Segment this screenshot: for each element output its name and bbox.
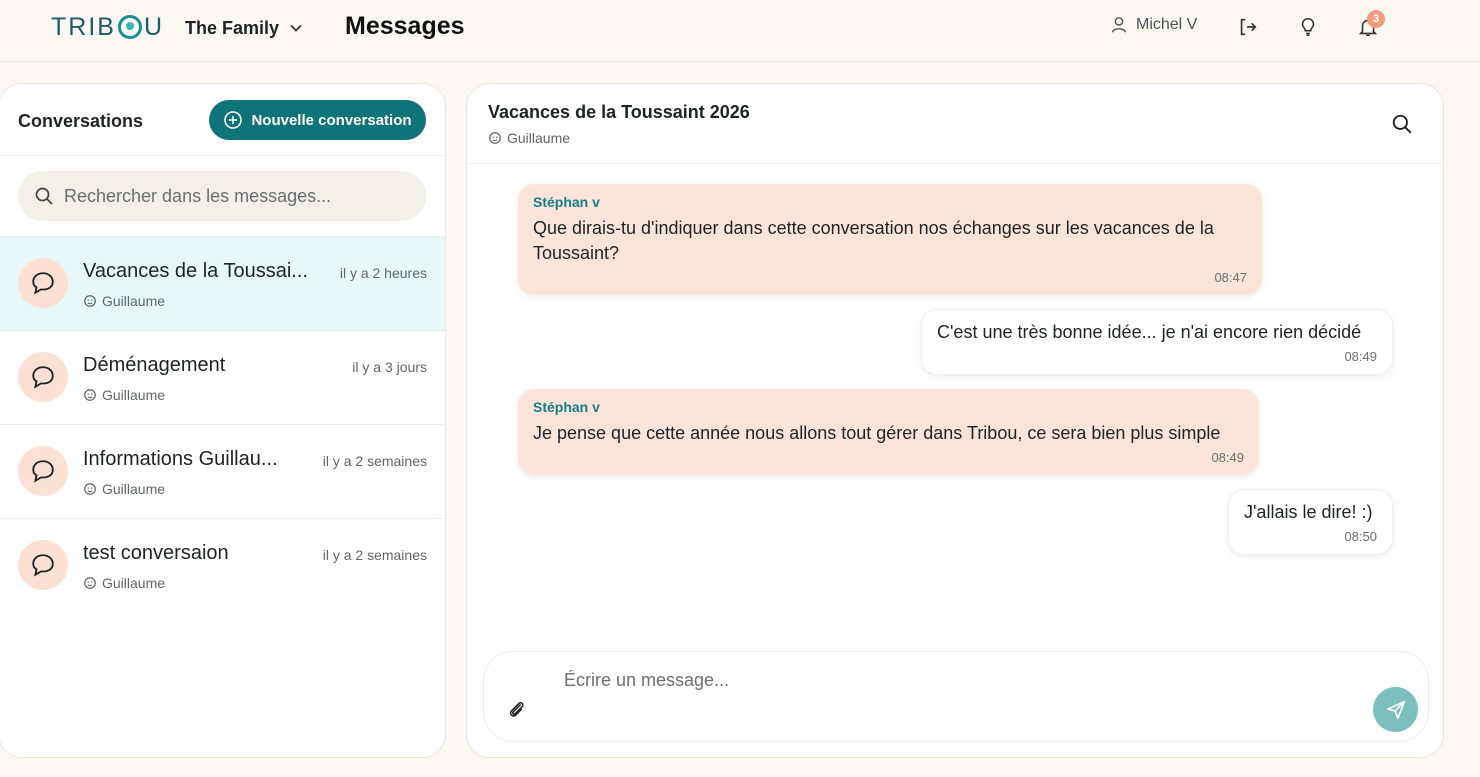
owner-icon: [84, 389, 96, 401]
user-name: Michel V: [1136, 16, 1198, 33]
conversation-name: Déménagement: [83, 354, 226, 376]
conversation-owner-name: Guillaume: [102, 481, 166, 497]
message-sender: Stéphan v: [533, 194, 600, 210]
message-time: 08:47: [1214, 270, 1247, 285]
user-icon: [1111, 17, 1127, 33]
page-title: Messages: [345, 12, 465, 40]
message-time: 08:50: [1344, 529, 1377, 544]
conversation-time: il y a 3 jours: [352, 359, 427, 375]
new-conversation-button[interactable]: Nouvelle conversation: [209, 100, 426, 140]
search-icon: [35, 187, 53, 205]
tribou-logo[interactable]: TRIB U: [51, 12, 164, 42]
message-bubble: Stéphan v Je pense que cette année nous …: [518, 389, 1259, 475]
conversation-name: test conversaion: [83, 542, 229, 564]
conversation-owner-name: Guillaume: [102, 575, 166, 591]
search-input[interactable]: [64, 185, 404, 207]
conversation-owner-name: Guillaume: [102, 387, 166, 403]
notification-badge: 3: [1367, 10, 1385, 28]
chat-bubble-icon: [32, 272, 54, 295]
conversation-item[interactable]: Déménagement il y a 3 jours Guillaume: [0, 330, 445, 424]
logout-icon[interactable]: [1237, 16, 1259, 38]
conversation-time: il y a 2 semaines: [322, 453, 427, 469]
conversation-time: il y a 2 semaines: [322, 547, 427, 563]
new-conversation-label: Nouvelle conversation: [251, 111, 412, 129]
paperclip-icon[interactable]: [506, 699, 528, 721]
conversation-item[interactable]: test conversaion il y a 2 semaines Guill…: [0, 518, 445, 612]
chat-bubble-icon: [32, 366, 54, 389]
conversation-item[interactable]: Vacances de la Toussai... il y a 2 heure…: [0, 236, 445, 330]
conversations-header: Conversations Nouvelle conversation: [0, 84, 445, 156]
chevron-down-icon: [290, 24, 302, 32]
conversation-avatar: [18, 540, 68, 590]
owner-icon: [84, 295, 96, 307]
family-selector-label: The Family: [185, 17, 280, 38]
owner-icon: [84, 483, 96, 495]
plus-circle-icon: [224, 111, 243, 129]
family-selector[interactable]: The Family: [185, 16, 303, 40]
chat-owner: Guillaume: [488, 130, 570, 146]
message-time: 08:49: [1344, 349, 1377, 364]
conversation-owner: Guillaume: [83, 575, 165, 591]
conversation-owner: Guillaume: [83, 481, 165, 497]
message-input[interactable]: [564, 670, 1344, 710]
chat-bubble-icon: [32, 554, 54, 577]
message-text: Je pense que cette année nous allons tou…: [533, 423, 1221, 443]
conversation-owner-name: Guillaume: [102, 293, 166, 309]
conversation-list: Vacances de la Toussai... il y a 2 heure…: [0, 236, 445, 612]
conversation-avatar: [18, 258, 68, 308]
lightbulb-icon[interactable]: [1297, 16, 1319, 38]
message-composer: [483, 651, 1429, 742]
message-sender: Stéphan v: [533, 399, 600, 415]
search-icon[interactable]: [1391, 113, 1413, 135]
message-text: Que dirais-tu d'indiquer dans cette conv…: [533, 218, 1214, 263]
conversation-name: Vacances de la Toussai...: [83, 260, 308, 282]
top-bar: TRIB U The Family Messages Michel V 3: [0, 0, 1480, 62]
message-bubble: Stéphan v Que dirais-tu d'indiquer dans …: [518, 184, 1262, 295]
owner-icon: [84, 577, 96, 589]
conversation-owner: Guillaume: [83, 387, 165, 403]
send-button[interactable]: [1373, 687, 1418, 732]
owner-icon: [489, 132, 501, 144]
conversation-avatar: [18, 446, 68, 496]
message-bubble: J'allais le dire! :) 08:50: [1228, 489, 1393, 555]
conversation-name: Informations Guillau...: [83, 448, 278, 470]
chat-owner-name: Guillaume: [507, 130, 571, 146]
user-menu[interactable]: Michel V: [1110, 16, 1197, 34]
conversation-avatar: [18, 352, 68, 402]
logo-mark-icon: [117, 15, 142, 39]
chat-panel: Vacances de la Toussaint 2026 Guillaume …: [466, 83, 1444, 758]
chat-title: Vacances de la Toussaint 2026: [488, 102, 750, 122]
message-text: C'est une très bonne idée... je n'ai enc…: [937, 322, 1362, 342]
conversation-item[interactable]: Informations Guillau... il y a 2 semaine…: [0, 424, 445, 518]
conversations-title: Conversations: [18, 111, 144, 131]
send-icon: [1386, 700, 1405, 719]
conversation-owner: Guillaume: [83, 293, 165, 309]
conversation-time: il y a 2 heures: [339, 265, 427, 281]
chat-bubble-icon: [32, 460, 54, 483]
message-time: 08:49: [1211, 450, 1244, 465]
chat-header: Vacances de la Toussaint 2026 Guillaume: [467, 84, 1443, 164]
message-text: J'allais le dire! :): [1244, 502, 1373, 522]
conversations-panel: Conversations Nouvelle conversation Vaca…: [0, 83, 446, 758]
message-search[interactable]: [18, 171, 426, 221]
message-bubble: C'est une très bonne idée... je n'ai enc…: [921, 309, 1393, 375]
